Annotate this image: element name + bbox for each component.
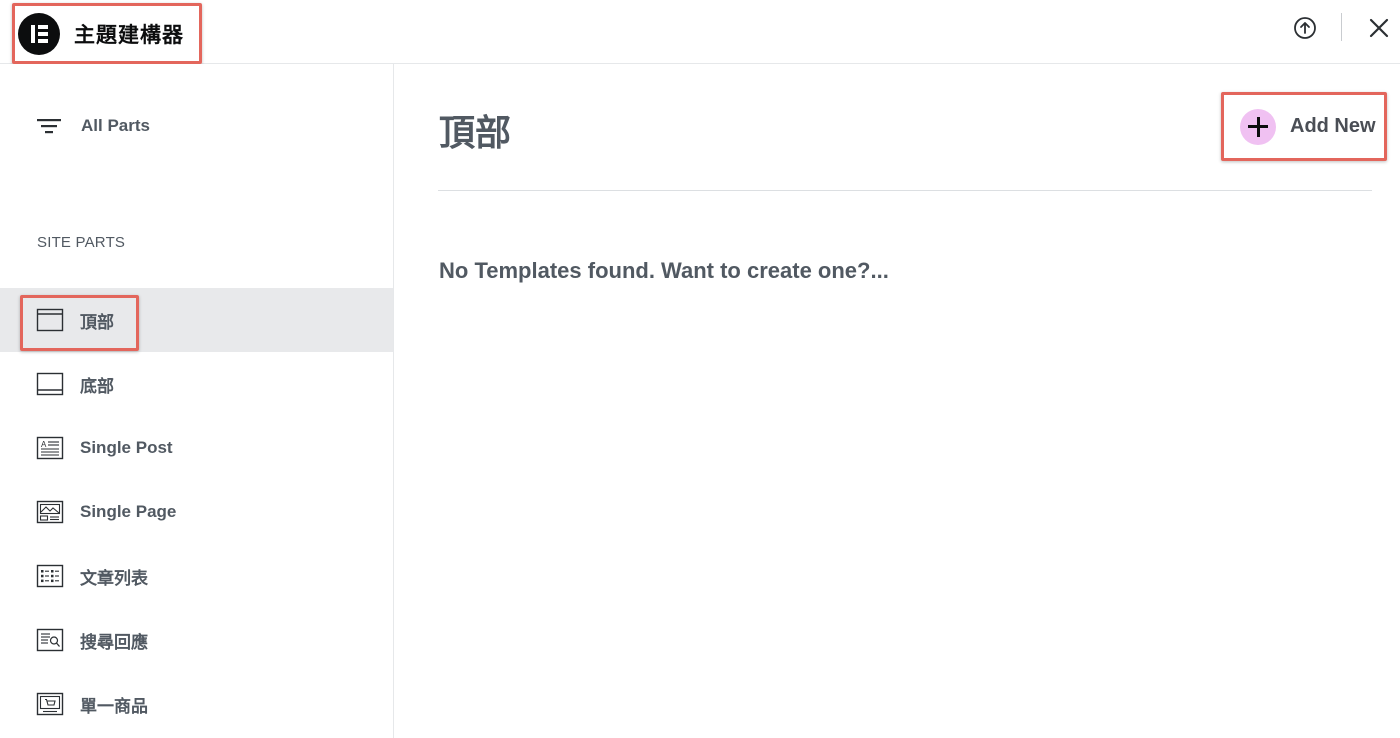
sidebar-item-single-post[interactable]: A Single Post — [0, 416, 393, 480]
upload-icon — [1294, 17, 1316, 39]
all-parts-filter[interactable]: All Parts — [30, 108, 150, 144]
sidebar-item-header[interactable]: 頂部 — [0, 288, 393, 352]
sidebar-item-label: 單一商品 — [80, 696, 148, 717]
sidebar-item-label: 文章列表 — [80, 568, 148, 589]
archive-icon — [36, 564, 64, 588]
single-post-icon: A — [36, 436, 64, 460]
upload-button[interactable] — [1285, 10, 1325, 46]
sidebar-item-single-page[interactable]: Single Page — [0, 480, 393, 544]
sidebar-item-search-results[interactable]: 搜尋回應 — [0, 608, 393, 672]
plus-icon — [1240, 108, 1276, 145]
sidebar-item-label: Single Post — [80, 438, 173, 457]
sidebar: All Parts SITE PARTS 頂部 底部 A Single Post… — [0, 64, 394, 738]
sidebar-item-archive[interactable]: 文章列表 — [0, 544, 393, 608]
sidebar-item-label: 底部 — [80, 376, 114, 397]
sidebar-item-label: 搜尋回應 — [80, 632, 148, 653]
top-bar: 主題建構器 — [0, 0, 1400, 64]
sidebar-item-label: 頂部 — [80, 312, 114, 333]
header-icon — [36, 308, 64, 332]
main-panel: 頂部 Add New No Templates found. Want to c… — [395, 64, 1400, 738]
empty-state-message: No Templates found. Want to create one?.… — [439, 258, 889, 283]
page-title: 頂部 — [439, 113, 512, 154]
svg-text:A: A — [41, 440, 47, 449]
site-parts-heading: SITE PARTS — [37, 234, 126, 251]
sidebar-item-single-product[interactable]: 單一商品 — [0, 672, 393, 736]
title-divider — [438, 190, 1372, 191]
app-brand: 主題建構器 — [12, 3, 202, 64]
elementor-logo-icon — [18, 12, 60, 55]
sidebar-item-label: Single Page — [80, 502, 177, 521]
filter-icon — [37, 119, 61, 134]
theme-builder-app: 主題建構器 All Parts SITE PARTS 頂部 底部 A Singl… — [0, 0, 1400, 738]
all-parts-label: All Parts — [81, 116, 150, 135]
close-icon — [1369, 18, 1389, 38]
single-product-icon — [36, 692, 64, 716]
close-button[interactable] — [1359, 10, 1399, 46]
add-new-button[interactable]: Add New — [1221, 92, 1387, 161]
app-title: 主題建構器 — [74, 22, 184, 47]
sidebar-item-footer[interactable]: 底部 — [0, 352, 393, 416]
header-divider — [1341, 13, 1342, 41]
single-page-icon — [36, 500, 64, 524]
search-results-icon — [36, 628, 64, 652]
add-new-label: Add New — [1290, 115, 1376, 137]
footer-icon — [36, 372, 64, 396]
